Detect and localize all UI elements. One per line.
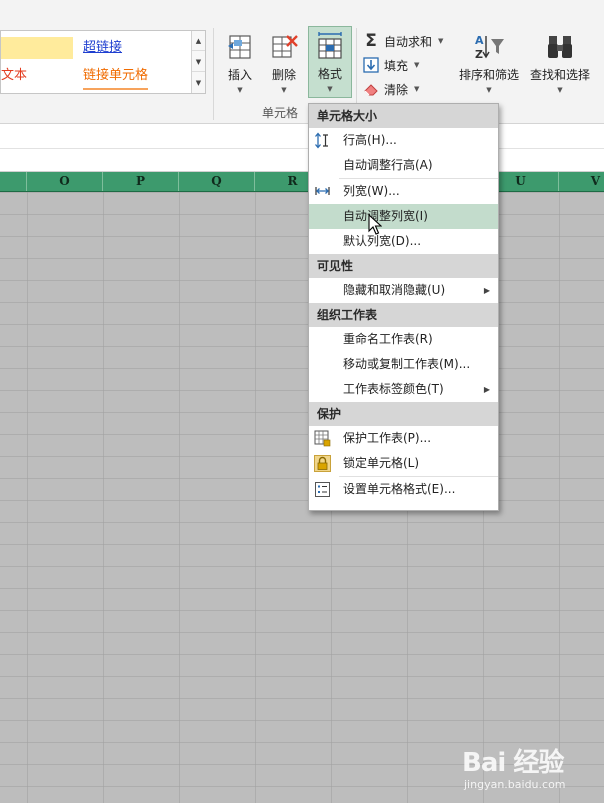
section-visibility: 可见性 — [309, 254, 498, 278]
formula-bar-area — [0, 124, 604, 172]
watermark-brand: Bai 经验 — [462, 748, 564, 778]
delete-cells-icon — [272, 35, 298, 58]
gallery-down-icon[interactable]: ▼ — [192, 52, 205, 72]
watermark-url: jingyan.baidu.com — [464, 778, 566, 791]
delete-button[interactable]: 删除 ▼ — [263, 30, 305, 98]
clear-button[interactable]: 清除 ▼ — [362, 78, 419, 100]
menu-item-default-width[interactable]: 默认列宽(D)... — [309, 229, 498, 254]
column-header-v[interactable]: V — [559, 172, 604, 191]
column-width-icon — [315, 187, 330, 195]
menu-item-hide-unhide[interactable]: 隐藏和取消隐藏(U) ▶ — [309, 278, 498, 303]
menu-item-autofit-row[interactable]: 自动调整行高(A) — [309, 153, 498, 178]
column-header-partial[interactable] — [0, 172, 27, 191]
autofit-row-label: 自动调整行高(A) — [343, 158, 433, 172]
gallery-more-icon[interactable]: ▼ — [192, 73, 205, 93]
eraser-icon — [364, 84, 378, 96]
menu-item-protect-sheet[interactable]: 保护工作表(P)... — [309, 426, 498, 451]
insert-caret-icon: ▼ — [237, 86, 243, 94]
svg-text:A: A — [475, 34, 484, 47]
submenu-arrow-icon: ▶ — [483, 286, 490, 295]
sort-filter-label: 排序和筛选 — [458, 68, 519, 82]
clear-caret-icon: ▼ — [414, 85, 420, 93]
gallery-scrollbar[interactable]: ▲ ▼ ▼ — [191, 31, 205, 93]
autosum-label: 自动求和 — [384, 34, 433, 49]
hide-unhide-label: 隐藏和取消隐藏(U) — [343, 283, 446, 297]
autofit-column-label: 自动调整列宽(I) — [343, 209, 428, 223]
column-header-row: O P Q R U V — [0, 172, 604, 192]
find-caret-icon: ▼ — [557, 86, 563, 94]
menu-item-column-width[interactable]: 列宽(W)... — [309, 179, 498, 204]
menu-item-autofit-column[interactable]: 自动调整列宽(I) — [309, 204, 498, 229]
lock-icon — [314, 455, 331, 472]
style-warning-text[interactable]: 文本 — [1, 65, 27, 87]
insert-label: 插入 — [227, 68, 252, 82]
menu-item-lock-cell[interactable]: 锁定单元格(L) — [309, 451, 498, 476]
format-button[interactable]: 格式 ▼ — [308, 26, 352, 98]
sort-filter-button[interactable]: A Z 排序和筛选 ▼ — [456, 30, 522, 98]
baidu-jingyan-watermark: Bai 经验 jingyan.baidu.com — [462, 738, 602, 798]
menu-item-move-copy-sheet[interactable]: 移动或复制工作表(M)... — [309, 352, 498, 377]
format-caret-icon: ▼ — [327, 85, 333, 93]
gallery-up-icon[interactable]: ▲ — [192, 31, 205, 51]
move-copy-sheet-label: 移动或复制工作表(M)... — [343, 357, 471, 371]
protect-sheet-label: 保护工作表(P)... — [343, 431, 432, 445]
format-cells-icon — [318, 32, 342, 59]
protect-sheet-icon — [314, 430, 331, 447]
row-height-icon — [315, 132, 328, 149]
row-height-label: 行高(H)... — [343, 133, 397, 147]
tab-color-label: 工作表标签颜色(T) — [343, 382, 444, 396]
binoculars-icon — [548, 36, 572, 58]
insert-cells-icon — [228, 35, 251, 59]
autosum-button[interactable]: Σ 自动求和 ▼ — [362, 30, 443, 52]
find-select-label: 查找和选择 — [529, 68, 590, 82]
format-label: 格式 — [317, 67, 342, 81]
mouse-cursor-icon — [368, 214, 382, 235]
delete-caret-icon: ▼ — [281, 86, 287, 94]
style-hyperlink[interactable]: 超链接 — [83, 37, 122, 59]
sort-filter-icon: A Z — [475, 34, 504, 61]
formula-divider — [0, 148, 604, 149]
column-header-q[interactable]: Q — [179, 172, 255, 191]
menu-item-row-height[interactable]: 行高(H)... — [309, 128, 498, 153]
lock-cell-label: 锁定单元格(L) — [343, 456, 420, 470]
rename-sheet-label: 重命名工作表(R) — [343, 332, 433, 346]
default-width-label: 默认列宽(D)... — [343, 234, 422, 248]
style-neutral[interactable] — [1, 37, 73, 59]
clear-label: 清除 — [384, 82, 409, 97]
delete-label: 删除 — [271, 68, 296, 82]
format-cells-label: 设置单元格格式(E)... — [343, 482, 456, 496]
group-separator — [213, 28, 214, 120]
column-header-p[interactable]: P — [103, 172, 179, 191]
ribbon: 超链接 文本 链接单元格 ▲ ▼ ▼ 插入 ▼ 删除 ▼ 格式 ▼ 单元格 Σ … — [0, 0, 604, 124]
section-organize-sheets: 组织工作表 — [309, 303, 498, 327]
section-cell-size: 单元格大小 — [309, 104, 498, 128]
fill-label: 填充 — [384, 58, 409, 73]
sort-caret-icon: ▼ — [486, 86, 492, 94]
menu-item-rename-sheet[interactable]: 重命名工作表(R) — [309, 327, 498, 352]
cell-styles-gallery: 超链接 文本 链接单元格 ▲ ▼ ▼ — [0, 30, 206, 94]
fill-caret-icon: ▼ — [414, 61, 420, 69]
find-select-button[interactable]: 查找和选择 ▼ — [524, 30, 596, 98]
menu-item-tab-color[interactable]: 工作表标签颜色(T) ▶ — [309, 377, 498, 402]
format-cells-dialog-icon — [315, 482, 330, 497]
cells-group-label: 单元格 — [262, 106, 299, 120]
section-protection: 保护 — [309, 402, 498, 426]
fill-button[interactable]: 填充 ▼ — [362, 54, 419, 76]
style-linked-cell[interactable]: 链接单元格 — [83, 65, 149, 90]
sigma-icon: Σ — [365, 31, 377, 51]
submenu-arrow-icon: ▶ — [483, 385, 490, 394]
column-width-label: 列宽(W)... — [343, 184, 400, 198]
svg-text:Z: Z — [475, 48, 483, 61]
format-dropdown-menu: 单元格大小 行高(H)... 自动调整行高(A) 列宽(W)... 自动调整列宽… — [308, 103, 499, 511]
autosum-caret-icon: ▼ — [438, 37, 444, 45]
menu-item-format-cells[interactable]: 设置单元格格式(E)... — [309, 477, 498, 502]
fill-down-icon — [363, 57, 379, 73]
insert-button[interactable]: 插入 ▼ — [220, 30, 260, 98]
column-header-o[interactable]: O — [27, 172, 103, 191]
worksheet-grid[interactable] — [0, 192, 604, 803]
